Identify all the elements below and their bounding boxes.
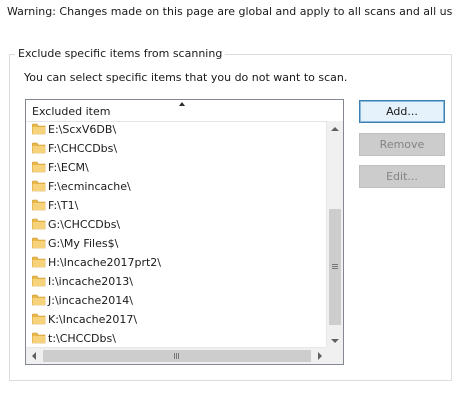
folder-icon	[32, 294, 46, 306]
list-item-label: F:\ecmincache\	[48, 180, 131, 193]
warning-message: Warning: Changes made on this page are g…	[7, 5, 452, 18]
scrollbar-corner	[326, 347, 343, 364]
column-header-excluded-item[interactable]: Excluded item	[26, 100, 343, 122]
list-item[interactable]: F:\ECM\	[26, 159, 329, 178]
list-item-label: F:\T1\	[48, 199, 79, 212]
vertical-scroll-thumb[interactable]	[329, 209, 341, 325]
scroll-up-arrow-icon[interactable]	[331, 127, 339, 131]
list-item-label: J:\incache2014\	[48, 294, 133, 307]
list-item-label: H:\Incache2017prt2\	[48, 256, 161, 269]
scroll-down-arrow-icon[interactable]	[331, 339, 339, 343]
scroll-left-arrow-icon[interactable]	[32, 352, 36, 360]
folder-icon	[32, 199, 46, 211]
list-item[interactable]: E:\ScxV6DB\	[26, 121, 329, 140]
folder-icon	[32, 256, 46, 268]
list-item[interactable]: G:\My Files$\	[26, 235, 329, 254]
horizontal-scrollbar[interactable]	[26, 347, 328, 364]
list-item-label: t:\CHCCDbs\	[48, 332, 116, 345]
folder-icon	[32, 180, 46, 192]
column-header-label: Excluded item	[32, 105, 111, 118]
folder-icon	[32, 332, 46, 344]
group-description: You can select specific items that you d…	[24, 71, 348, 84]
folder-icon	[32, 275, 46, 287]
folder-icon	[32, 142, 46, 154]
folder-icon	[32, 218, 46, 230]
list-item-label: F:\CHCCDbs\	[48, 142, 118, 155]
sort-ascending-icon	[179, 102, 185, 106]
folder-icon	[32, 161, 46, 173]
grip-icon	[332, 264, 338, 265]
vertical-scrollbar[interactable]	[326, 121, 343, 349]
list-item-label: K:\Incache2017\	[48, 313, 138, 326]
folder-icon	[32, 237, 46, 249]
list-item[interactable]: J:\incache2014\	[26, 292, 329, 311]
folder-icon	[32, 123, 46, 135]
list-item-label: E:\ScxV6DB\	[48, 123, 117, 136]
list-item[interactable]: F:\T1\	[26, 197, 329, 216]
list-item[interactable]: F:\ecmincache\	[26, 178, 329, 197]
add-button[interactable]: Add...	[359, 100, 445, 123]
list-item-label: G:\CHCCDbs\	[48, 218, 121, 231]
edit-button[interactable]: Edit...	[359, 165, 445, 188]
horizontal-scroll-thumb[interactable]	[43, 350, 311, 362]
excluded-items-list[interactable]: Excluded item E:\ScxV6DB\ F:\CHCCDbs\ F:\E…	[25, 99, 344, 365]
list-item-label: F:\ECM\	[48, 161, 89, 174]
list-item[interactable]: K:\Incache2017\	[26, 311, 329, 330]
list-item-label: G:\My Files$\	[48, 237, 119, 250]
remove-button[interactable]: Remove	[359, 133, 445, 156]
list-rows: E:\ScxV6DB\ F:\CHCCDbs\ F:\ECM\ F:\ecmincac…	[26, 121, 329, 348]
list-item[interactable]: G:\CHCCDbs\	[26, 216, 329, 235]
list-item[interactable]: H:\Incache2017prt2\	[26, 254, 329, 273]
list-item-label: I:\incache2013\	[48, 275, 133, 288]
list-item[interactable]: I:\incache2013\	[26, 273, 329, 292]
list-item[interactable]: t:\CHCCDbs\	[26, 330, 329, 348]
list-item[interactable]: F:\CHCCDbs\	[26, 140, 329, 159]
folder-icon	[32, 313, 46, 325]
group-title: Exclude specific items from scanning	[15, 47, 226, 60]
scroll-right-arrow-icon[interactable]	[318, 352, 322, 360]
grip-icon	[174, 353, 175, 359]
